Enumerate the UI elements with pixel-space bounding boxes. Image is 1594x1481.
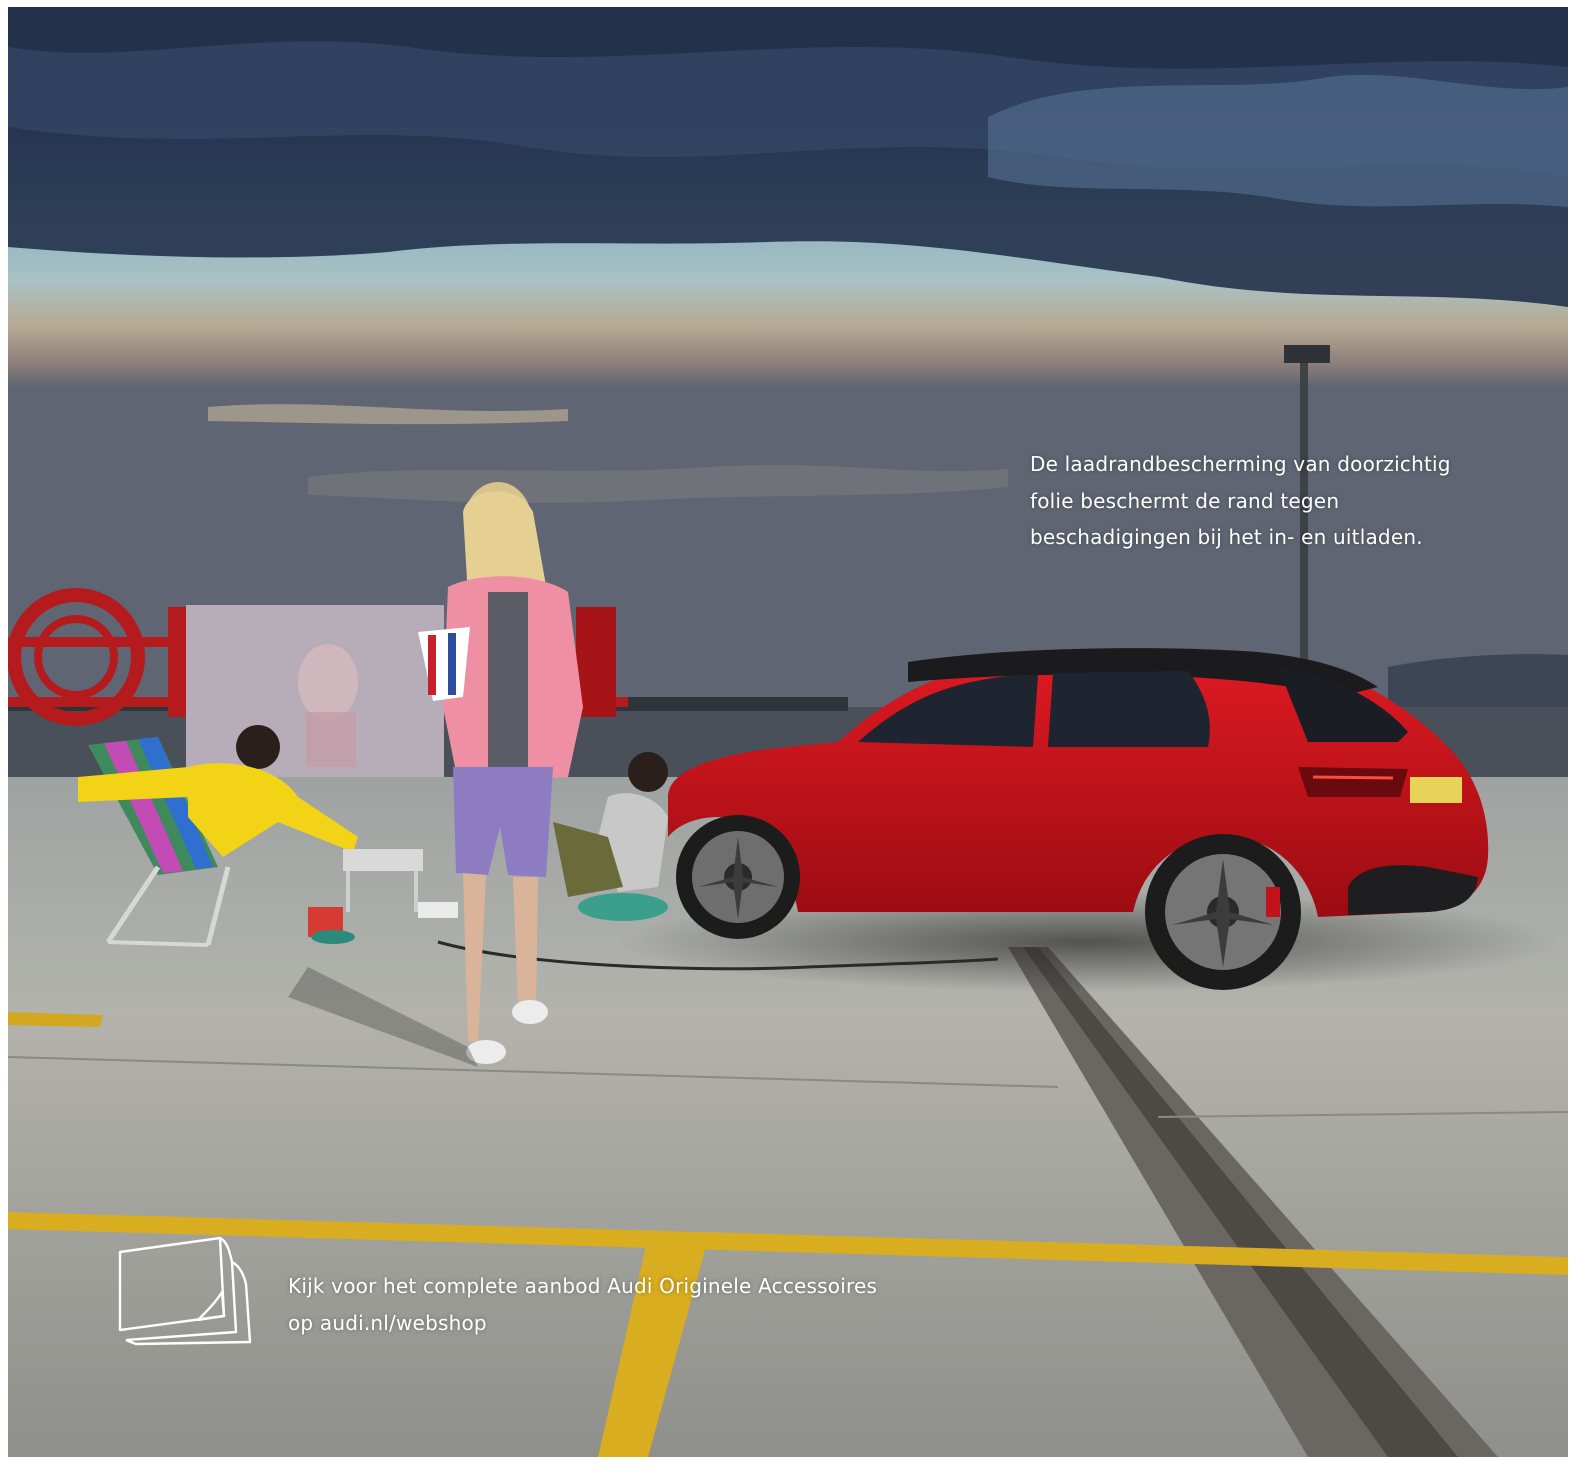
- page: De laadrandbescherming van doorzichtig f…: [0, 0, 1594, 1481]
- webshop-link-text[interactable]: op audi.nl/webshop: [288, 1305, 877, 1342]
- caption-line: beschadigingen bij het in- en uitladen.: [1030, 525, 1423, 549]
- accessory-caption: De laadrandbescherming van doorzichtig f…: [1030, 446, 1550, 556]
- webshop-line: Kijk voor het complete aanbod Audi Origi…: [288, 1274, 878, 1298]
- catalog-pages-icon: [116, 1232, 256, 1350]
- caption-line: De laadrandbescherming van doorzichtig: [1030, 452, 1451, 476]
- caption-line: folie beschermt de rand tegen: [1030, 488, 1340, 513]
- webshop-note: Kijk voor het complete aanbod Audi Origi…: [288, 1268, 877, 1341]
